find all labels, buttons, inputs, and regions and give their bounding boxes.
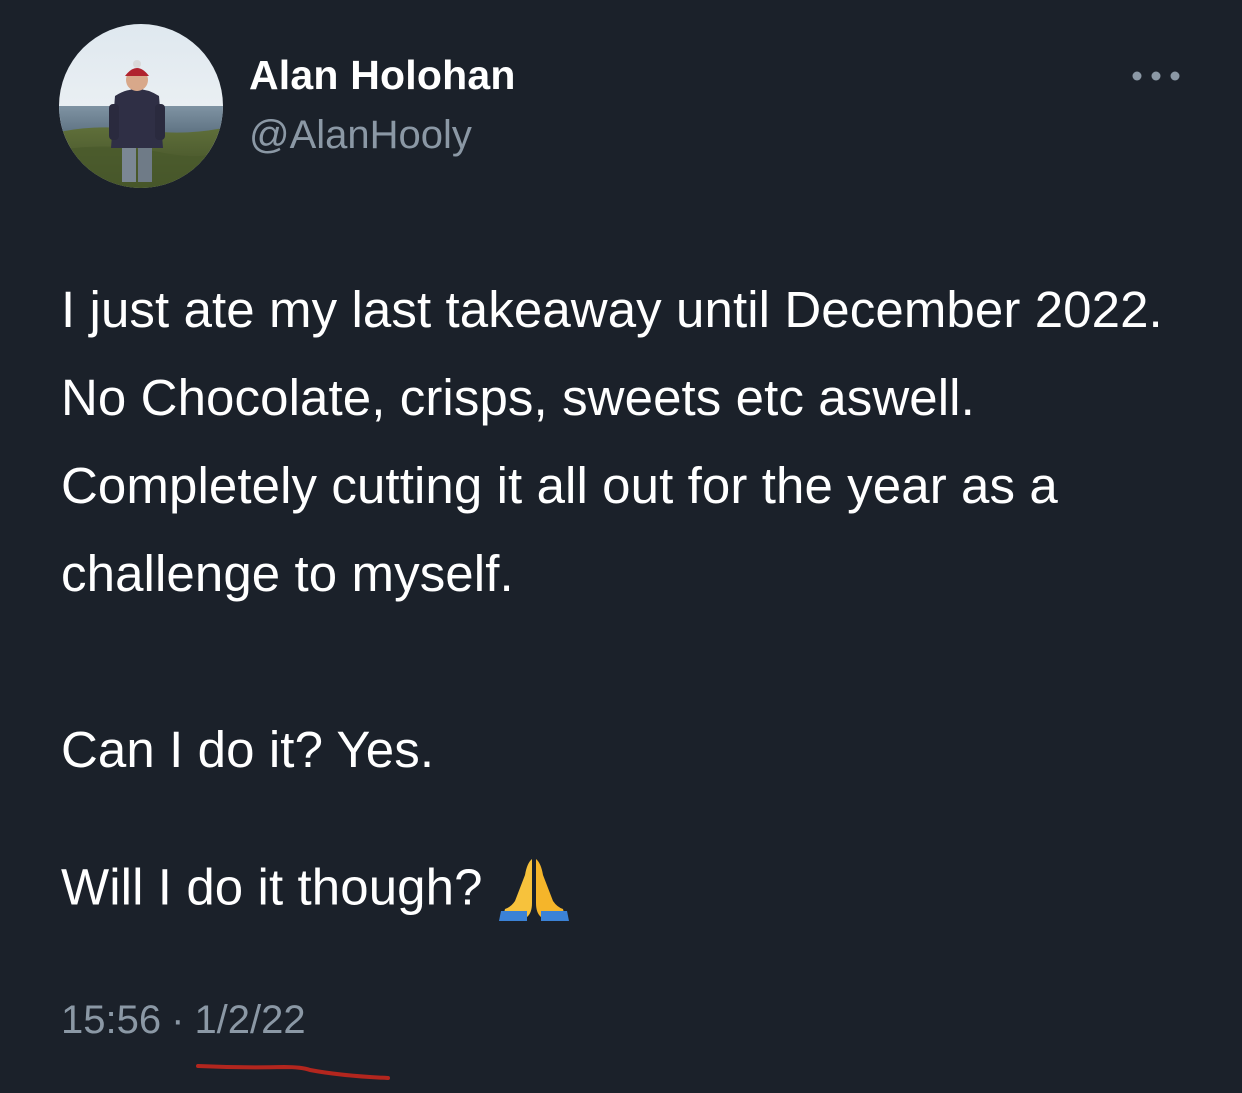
tweet-text: I just ate my last takeaway until Decemb… — [61, 266, 1221, 921]
meta-separator: · — [171, 998, 185, 1042]
avatar[interactable] — [59, 24, 223, 188]
more-options-button[interactable] — [1124, 58, 1188, 94]
tweet-paragraph: I just ate my last takeaway until Decemb… — [61, 281, 1163, 602]
annotation-underline — [192, 1058, 396, 1086]
folded-hands-emoji-icon — [497, 857, 571, 923]
tweet-card: Alan Holohan @AlanHooly I just ate my la… — [0, 0, 1242, 1093]
author-handle[interactable]: @AlanHooly — [249, 113, 472, 158]
tweet-paragraph-text: Will I do it though? — [61, 858, 483, 916]
tweet-date: 1/2/22 — [194, 998, 306, 1042]
more-dots-icon — [1132, 71, 1180, 81]
author-display-name[interactable]: Alan Holohan — [249, 52, 516, 99]
tweet-time: 15:56 — [61, 998, 162, 1042]
tweet-paragraph: Can I do it? Yes. — [61, 721, 435, 778]
tweet-timestamp[interactable]: 15:56 · 1/2/22 — [61, 998, 306, 1043]
tweet-paragraph: Will I do it though? — [61, 840, 571, 932]
